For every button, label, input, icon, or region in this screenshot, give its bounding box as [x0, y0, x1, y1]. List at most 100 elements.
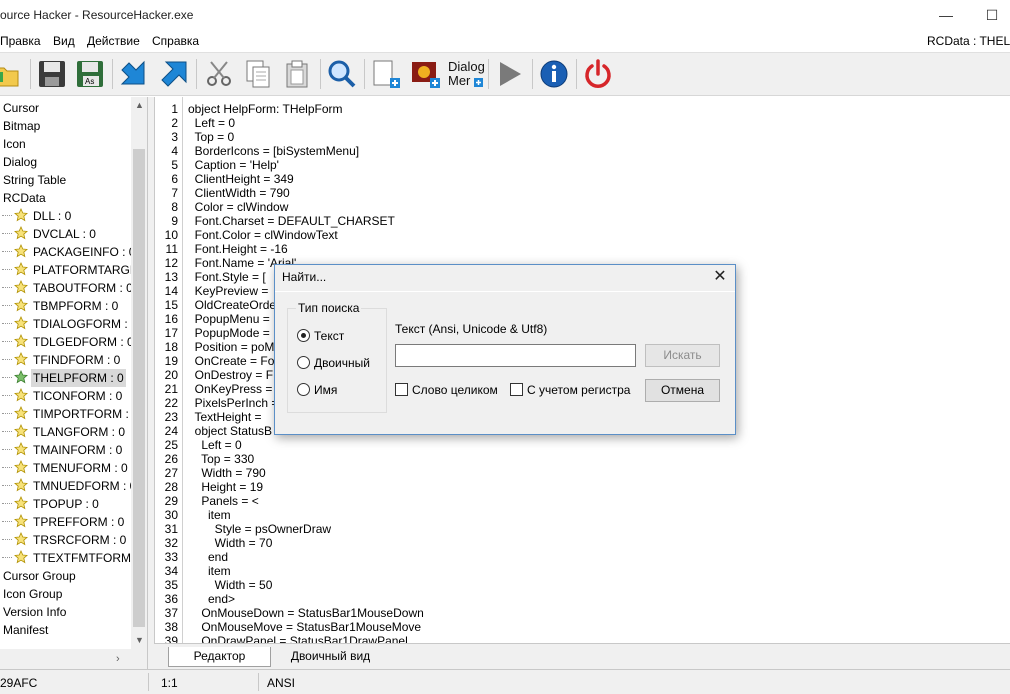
tree-item[interactable]: Icon Group [1, 585, 64, 603]
menu-help[interactable]: Справка [152, 34, 199, 48]
tree-item[interactable]: DLL : 0 [2, 207, 73, 225]
paste-button[interactable] [281, 58, 313, 90]
tree-item[interactable]: TTEXTFMTFORM : [2, 549, 140, 567]
tree-item[interactable]: TPOPUP : 0 [2, 495, 101, 513]
code-line[interactable]: Font.Color = clWindowText [188, 228, 338, 242]
scroll-right-icon[interactable]: › [116, 653, 120, 665]
code-line[interactable]: Color = clWindow [188, 200, 289, 214]
code-line[interactable]: item [188, 508, 231, 522]
code-line[interactable]: OnDrawPanel = StatusBar1DrawPanel [188, 634, 407, 643]
tree-item[interactable]: TRSRCFORM : 0 [2, 531, 128, 549]
code-line[interactable]: Font.Style = [ [188, 270, 266, 284]
add-resource-button[interactable] [370, 58, 402, 90]
code-line[interactable]: Left = 0 [188, 116, 235, 130]
radio-text[interactable]: Текст [297, 328, 344, 344]
tree-item[interactable]: TLANGFORM : 0 [2, 423, 127, 441]
code-line[interactable]: Top = 330 [188, 452, 254, 466]
code-line[interactable]: PopupMode = [188, 326, 270, 340]
menu-edit[interactable]: Правка [0, 34, 41, 48]
menu-view[interactable]: Вид [53, 34, 75, 48]
code-line[interactable]: Left = 0 [188, 438, 241, 452]
tree-item[interactable]: TABOUTFORM : 0 [2, 279, 135, 297]
scroll-down-icon[interactable]: ▼ [135, 635, 144, 645]
tree-item[interactable]: THELPFORM : 0 [2, 369, 126, 387]
tree-horizontal-scrollbar[interactable]: › [0, 649, 147, 669]
search-button[interactable] [326, 58, 358, 90]
scroll-thumb[interactable] [133, 149, 145, 627]
code-line[interactable]: Caption = 'Help' [188, 158, 279, 172]
maximize-button[interactable]: ☐ [981, 4, 1003, 26]
code-line[interactable]: Width = 790 [188, 466, 265, 480]
tab-binary-view[interactable]: Двоичный вид [278, 647, 383, 667]
code-line[interactable]: OnKeyPress = [188, 382, 273, 396]
radio-button[interactable] [297, 383, 310, 396]
code-line[interactable]: Height = 19 [188, 480, 263, 494]
tree-item[interactable]: TFINDFORM : 0 [2, 351, 122, 369]
radio-button[interactable] [297, 356, 310, 369]
code-line[interactable]: BorderIcons = [biSystemMenu] [188, 144, 359, 158]
cancel-button[interactable]: Отмена [645, 379, 720, 402]
code-line[interactable]: Font.Height = -16 [188, 242, 288, 256]
code-line[interactable]: end> [188, 592, 235, 606]
code-line[interactable]: TextHeight = [188, 410, 261, 424]
code-line[interactable]: Panels = < [188, 494, 258, 508]
code-line[interactable]: OnMouseMove = StatusBar1MouseMove [188, 620, 421, 634]
tree-item[interactable]: TMENUFORM : 0 [2, 459, 130, 477]
tree-item[interactable]: RCData [1, 189, 48, 207]
code-line[interactable]: OnDestroy = F [188, 368, 273, 382]
code-line[interactable]: Font.Charset = DEFAULT_CHARSET [188, 214, 395, 228]
code-line[interactable]: object StatusB [188, 424, 272, 438]
tree-item[interactable]: Manifest [1, 621, 50, 639]
copy-button[interactable] [242, 58, 274, 90]
checkbox[interactable] [510, 383, 523, 396]
tree-item[interactable]: Bitmap [1, 117, 42, 135]
code-line[interactable]: PixelsPerInch = [188, 396, 279, 410]
code-line[interactable]: OnCreate = Fo [188, 354, 275, 368]
code-line[interactable]: end [188, 550, 228, 564]
tab-editor[interactable]: Редактор [168, 647, 271, 667]
tree-item[interactable]: Icon [1, 135, 28, 153]
close-icon[interactable]: ✕ [711, 268, 729, 286]
search-button[interactable]: Искать [645, 344, 720, 367]
code-line[interactable]: Width = 50 [188, 578, 273, 592]
exit-button[interactable] [582, 58, 614, 90]
code-line[interactable]: KeyPreview = [188, 284, 269, 298]
code-line[interactable]: Style = psOwnerDraw [188, 522, 331, 536]
tree-item[interactable]: Version Info [1, 603, 68, 621]
tree-item[interactable]: Cursor Group [1, 567, 78, 585]
tree-item[interactable]: TBMPFORM : 0 [2, 297, 120, 315]
match-case-checkbox[interactable]: С учетом регистра [510, 382, 630, 398]
radio-binary[interactable]: Двоичный [297, 355, 370, 371]
add-image-button[interactable] [410, 58, 442, 90]
code-line[interactable]: OldCreateOrde [188, 298, 276, 312]
tree-item[interactable]: PACKAGEINFO : 0 [2, 243, 137, 261]
scroll-up-icon[interactable]: ▲ [135, 100, 144, 110]
compile-button[interactable] [118, 58, 150, 90]
checkbox[interactable] [395, 383, 408, 396]
tree-item[interactable]: TMNUEDFORM : 0 [2, 477, 138, 495]
code-line[interactable]: Position = poM [188, 340, 275, 354]
code-line[interactable]: Top = 0 [188, 130, 234, 144]
code-line[interactable]: Width = 70 [188, 536, 273, 550]
menu-action[interactable]: Действие [87, 34, 140, 48]
code-line[interactable]: item [188, 564, 231, 578]
resource-tree[interactable]: Cursor Bitmap Icon Dialog String Table RCData… [0, 97, 148, 669]
tree-item[interactable]: DVCLAL : 0 [2, 225, 98, 243]
dialog-menu-button[interactable]: Dialog Mer [448, 58, 484, 90]
minimize-button[interactable]: — [935, 4, 957, 26]
tree-item[interactable]: TDIALOGFORM : 0 [2, 315, 140, 333]
radio-button[interactable] [297, 329, 310, 342]
code-line[interactable]: OnMouseDown = StatusBar1MouseDown [188, 606, 423, 620]
save-button[interactable] [36, 58, 68, 90]
tree-item[interactable]: String Table [1, 171, 68, 189]
open-button[interactable] [0, 58, 22, 90]
tree-item[interactable]: Cursor [1, 99, 41, 117]
tree-item[interactable]: TIMPORTFORM : 0 [2, 405, 141, 423]
tree-item[interactable]: PLATFORMTARGET [2, 261, 147, 279]
info-button[interactable] [538, 58, 570, 90]
code-line[interactable]: ClientWidth = 790 [188, 186, 290, 200]
radio-name[interactable]: Имя [297, 382, 337, 398]
code-line[interactable]: object HelpForm: THelpForm [188, 102, 343, 116]
cut-button[interactable] [203, 58, 235, 90]
code-line[interactable]: ClientHeight = 349 [188, 172, 294, 186]
